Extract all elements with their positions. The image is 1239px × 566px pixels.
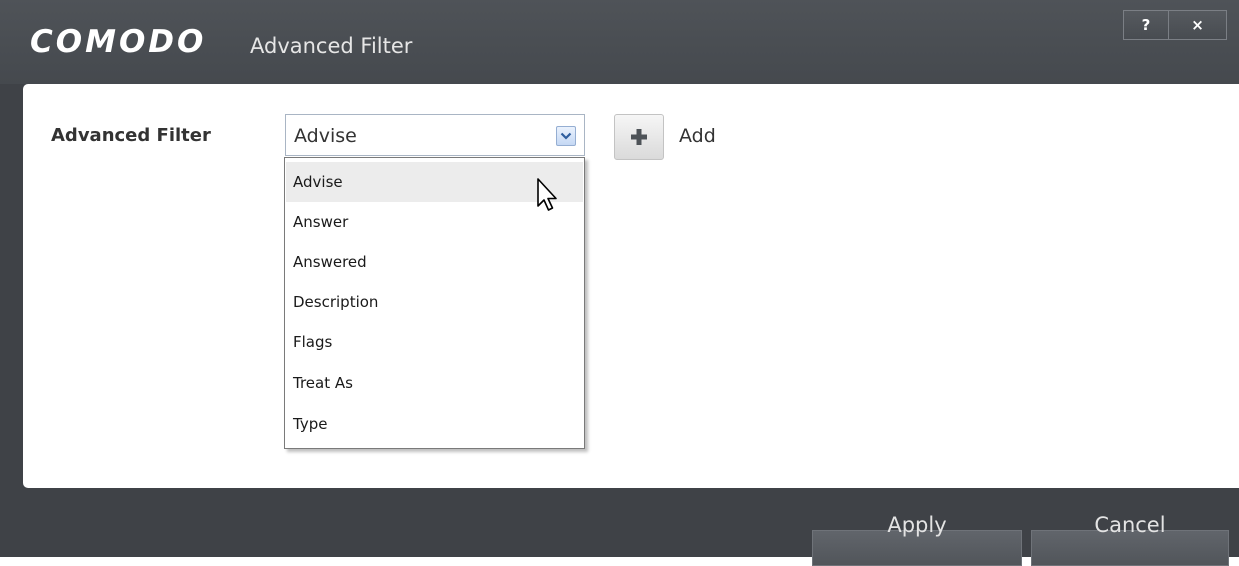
dropdown-option-flags[interactable]: Flags — [286, 322, 583, 362]
dropdown-option-treat-as[interactable]: Treat As — [286, 363, 583, 403]
cancel-button-label: Cancel — [1094, 513, 1166, 537]
apply-button[interactable]: Apply — [812, 513, 1022, 566]
help-icon: ? — [1141, 16, 1151, 34]
apply-button-label: Apply — [887, 513, 947, 537]
dropdown-option-answered[interactable]: Answered — [286, 242, 583, 282]
dropdown-option-description[interactable]: Description — [286, 282, 583, 322]
advanced-filter-window: COMODO Advanced Filter ? × Advanced Filt… — [0, 0, 1239, 566]
dropdown-option-type[interactable]: Type — [286, 404, 583, 444]
filter-select-value: Advise — [294, 125, 357, 147]
help-button[interactable]: ? — [1123, 10, 1169, 40]
close-icon: × — [1191, 16, 1204, 34]
cancel-button[interactable]: Cancel — [1031, 513, 1229, 566]
close-button[interactable]: × — [1169, 10, 1227, 40]
advanced-filter-label: Advanced Filter — [51, 125, 211, 146]
dropdown-arrow-button[interactable] — [556, 126, 576, 146]
title-bar: COMODO Advanced Filter ? × — [0, 0, 1239, 84]
mouse-cursor-icon — [537, 178, 557, 211]
add-label[interactable]: Add — [679, 125, 716, 147]
window-title: Advanced Filter — [250, 34, 413, 58]
filter-select[interactable]: Advise — [285, 114, 585, 156]
comodo-logo: COMODO — [30, 24, 207, 60]
plus-icon — [631, 129, 647, 145]
chevron-down-icon — [560, 132, 572, 140]
title-buttons: ? × — [1123, 10, 1227, 40]
add-button[interactable] — [614, 114, 664, 160]
